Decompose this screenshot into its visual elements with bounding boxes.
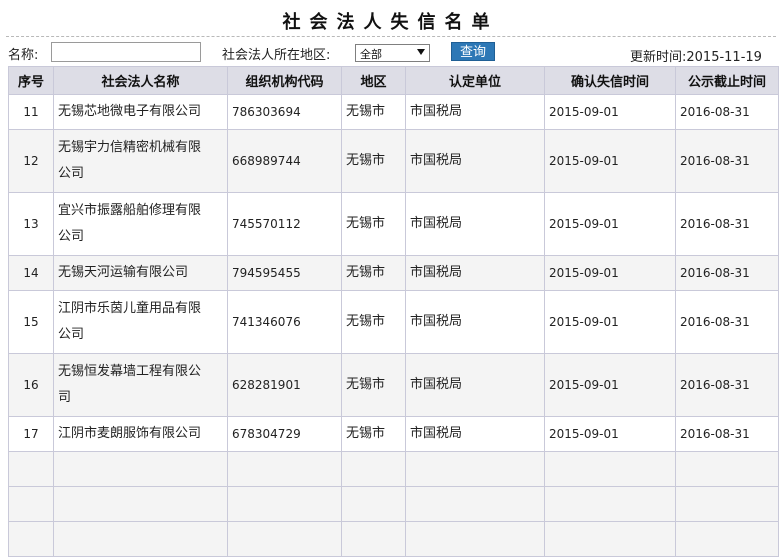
confirm-date: 2015-09-01: [544, 416, 676, 452]
title-divider: [6, 36, 776, 37]
confirm-date: 2015-09-01: [544, 353, 676, 417]
company-name: 江阴市麦朗服饰有限公司: [53, 416, 228, 452]
org-code: 668989744: [227, 129, 342, 193]
column-header-region: 地区: [341, 66, 406, 95]
org-code: 794595455: [227, 255, 342, 291]
column-header-index: 序号: [8, 66, 54, 95]
table-row: 13 宜兴市振露船舶修理有限 公司 745570112 无锡市 市国税局 2015…: [8, 192, 779, 256]
company-name: 宜兴市振露船舶修理有限 公司: [53, 192, 228, 256]
region: 无锡市: [341, 129, 406, 193]
region: 无锡市: [341, 255, 406, 291]
page-title: 社会法人失信名单: [282, 12, 499, 33]
deadline-date: 2016-08-31: [675, 94, 779, 130]
company-name: 无锡天河运输有限公司: [53, 255, 228, 291]
chevron-down-icon: [417, 49, 425, 55]
column-header-unit: 认定单位: [405, 66, 545, 95]
certifying-unit: 市国税局: [405, 192, 545, 256]
row-index: 14: [8, 255, 54, 291]
confirm-date: 2015-09-01: [544, 290, 676, 354]
region-select-value: 全部: [360, 48, 382, 61]
region: 无锡市: [341, 353, 406, 417]
company-name: 江阴市乐茵儿童用品有限 公司: [53, 290, 228, 354]
empty-row: [8, 486, 779, 522]
region: 无锡市: [341, 192, 406, 256]
deadline-date: 2016-08-31: [675, 129, 779, 193]
name-label: 名称:: [8, 48, 39, 63]
org-code: 786303694: [227, 94, 342, 130]
column-header-deadline: 公示截止时间: [675, 66, 779, 95]
update-time-label: 更新时间:: [630, 50, 687, 65]
org-code: 741346076: [227, 290, 342, 354]
deadline-date: 2016-08-31: [675, 416, 779, 452]
certifying-unit: 市国税局: [405, 129, 545, 193]
certifying-unit: 市国税局: [405, 416, 545, 452]
region: 无锡市: [341, 290, 406, 354]
update-time: 更新时间:2015-11-19: [630, 46, 762, 65]
column-header-confirm-date: 确认失信时间: [544, 66, 676, 95]
confirm-date: 2015-09-01: [544, 255, 676, 291]
row-index: 17: [8, 416, 54, 452]
blacklist-table: 序号 社会法人名称 组织机构代码 地区 认定单位 确认失信时间 公示截止时间 1…: [8, 66, 779, 557]
filter-bar: 名称: 社会法人所在地区: 全部 查询 更新时间:2015-11-19: [0, 40, 781, 65]
table-row: 14 无锡天河运输有限公司 794595455 无锡市 市国税局 2015-09…: [8, 255, 779, 291]
update-time-value: 2015-11-19: [686, 50, 762, 65]
certifying-unit: 市国税局: [405, 290, 545, 354]
certifying-unit: 市国税局: [405, 255, 545, 291]
company-name: 无锡宇力信精密机械有限 公司: [53, 129, 228, 193]
table-row: 17 江阴市麦朗服饰有限公司 678304729 无锡市 市国税局 2015-0…: [8, 416, 779, 452]
org-code: 628281901: [227, 353, 342, 417]
region: 无锡市: [341, 416, 406, 452]
empty-row: [8, 521, 779, 557]
row-index: 13: [8, 192, 54, 256]
org-code: 678304729: [227, 416, 342, 452]
deadline-date: 2016-08-31: [675, 353, 779, 417]
name-search-input[interactable]: [51, 42, 201, 62]
confirm-date: 2015-09-01: [544, 129, 676, 193]
confirm-date: 2015-09-01: [544, 94, 676, 130]
empty-row: [8, 451, 779, 487]
region-select[interactable]: 全部: [355, 44, 430, 62]
deadline-date: 2016-08-31: [675, 192, 779, 256]
company-name: 无锡恒发幕墙工程有限公司: [53, 353, 228, 417]
table-row: 11 无锡芯地微电子有限公司 786303694 无锡市 市国税局 2015-0…: [8, 94, 779, 130]
table-row: 12 无锡宇力信精密机械有限 公司 668989744 无锡市 市国税局 2015…: [8, 129, 779, 193]
row-index: 15: [8, 290, 54, 354]
column-header-name: 社会法人名称: [53, 66, 228, 95]
certifying-unit: 市国税局: [405, 353, 545, 417]
row-index: 11: [8, 94, 54, 130]
row-index: 16: [8, 353, 54, 417]
query-button[interactable]: 查询: [451, 42, 495, 61]
deadline-date: 2016-08-31: [675, 255, 779, 291]
certifying-unit: 市国税局: [405, 94, 545, 130]
org-code: 745570112: [227, 192, 342, 256]
deadline-date: 2016-08-31: [675, 290, 779, 354]
table-header-row: 序号 社会法人名称 组织机构代码 地区 认定单位 确认失信时间 公示截止时间: [8, 66, 779, 95]
confirm-date: 2015-09-01: [544, 192, 676, 256]
column-header-code: 组织机构代码: [227, 66, 342, 95]
table-row: 16 无锡恒发幕墙工程有限公司 628281901 无锡市 市国税局 2015-…: [8, 353, 779, 417]
company-name: 无锡芯地微电子有限公司: [53, 94, 228, 130]
table-row: 15 江阴市乐茵儿童用品有限 公司 741346076 无锡市 市国税局 2015…: [8, 290, 779, 354]
row-index: 12: [8, 129, 54, 193]
region-label: 社会法人所在地区:: [222, 48, 331, 63]
region: 无锡市: [341, 94, 406, 130]
